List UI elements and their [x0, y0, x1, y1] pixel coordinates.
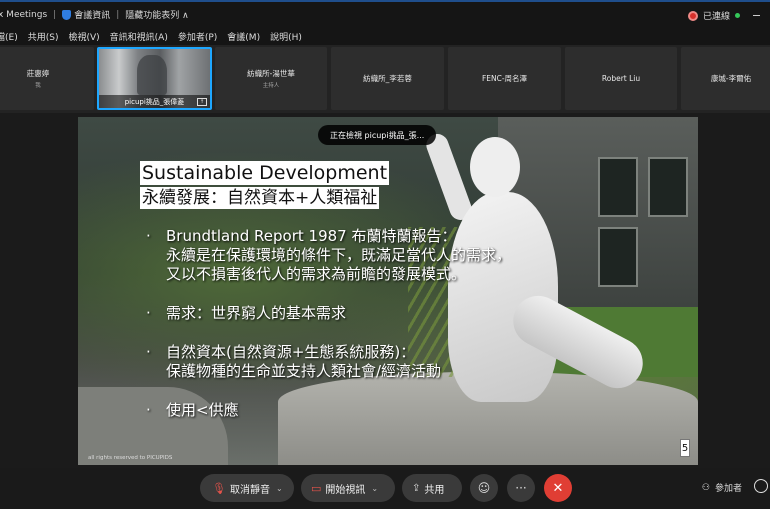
- meeting-controls: 🎙 取消靜音 ⌄ ▭ 開始視訊 ⌄ ⇪ 共用 ☺ ··· ✕ ⚇ 參加者: [0, 468, 770, 509]
- menu-audio-video[interactable]: 音訊和視訊(A): [110, 30, 168, 43]
- record-icon: [687, 10, 698, 21]
- app-title: x Meetings: [0, 9, 48, 20]
- menu-share[interactable]: 共用(S): [28, 30, 59, 43]
- participant-name: Robert Liu: [601, 74, 641, 83]
- bullet-line: 需求：世界窮人的基本需求: [166, 304, 347, 322]
- viewing-indicator[interactable]: 正在檢視 picupi挑品_張...: [318, 125, 437, 145]
- bullet-item: 需求：世界窮人的基本需求: [144, 304, 511, 323]
- viewing-label: 正在檢視 picupi挑品_張...: [330, 130, 425, 140]
- participant-name: FENC-周名澤: [481, 74, 528, 83]
- title-separator: |: [53, 9, 57, 20]
- menu-help[interactable]: 說明(H): [270, 30, 302, 43]
- window-shape: [598, 227, 638, 287]
- participant-tile[interactable]: 紡織所-湯世華 主持人: [215, 47, 327, 110]
- window-shape: [598, 157, 638, 217]
- bullet-item: 使用<供應: [144, 401, 511, 420]
- screen-share-icon: ↑: [197, 98, 207, 106]
- meeting-info-button[interactable]: 會議資訊: [62, 8, 110, 21]
- bullet-line: 保護物種的生命並支持人類社會/經濟活動: [166, 362, 442, 380]
- participant-role: 我: [35, 83, 41, 89]
- connection-status[interactable]: 已連線: [687, 9, 760, 22]
- menu-view[interactable]: 檢視(V): [68, 30, 99, 43]
- minimize-icon[interactable]: [753, 15, 760, 16]
- presentation-slide: Sustainable Development 永續發展：自然資本+人類福祉 B…: [78, 117, 698, 465]
- unmute-label: 取消靜音: [229, 484, 270, 496]
- connection-label: 已連線: [702, 12, 730, 22]
- title-bar: x Meetings | 會議資訊 | 隱藏功能表列 ∧ 已連線: [0, 0, 770, 27]
- participants-button[interactable]: ⚇ 參加者: [701, 481, 742, 495]
- participant-name: 紡織所-湯世華: [247, 69, 295, 78]
- people-icon: ⚇: [701, 482, 710, 493]
- participant-tile[interactable]: Robert Liu: [565, 47, 677, 110]
- menu-participants[interactable]: 參加者(P): [178, 30, 217, 43]
- slide-footer: all rights reserved to PICUPIDS: [88, 455, 173, 461]
- menu-bar: 檔(E) 共用(S) 檢視(V) 音訊和視訊(A) 參加者(P) 會議(M) 說…: [0, 27, 770, 45]
- video-off-icon: ▭: [311, 481, 322, 495]
- more-options-button[interactable]: ···: [507, 474, 535, 502]
- bullet-line: 又以不損害後代人的需求為前瞻的發展模式。: [166, 265, 467, 283]
- chat-icon[interactable]: [754, 479, 768, 493]
- start-video-button[interactable]: ▭ 開始視訊 ⌄: [301, 474, 395, 502]
- participant-tile[interactable]: FENC-周名澤: [448, 47, 561, 110]
- participant-tile[interactable]: 紡織所_李若蓉: [331, 47, 444, 110]
- share-label: 共用: [424, 484, 445, 496]
- chevron-down-icon[interactable]: ⌄: [371, 484, 378, 493]
- participant-role: 主持人: [262, 83, 280, 89]
- participant-name-bar: picupi挑品_張偉菱: [99, 95, 210, 108]
- participant-name: 康城-李爾佑: [710, 74, 752, 83]
- active-speaker-tile[interactable]: picupi挑品_張偉菱 ↑: [97, 47, 212, 110]
- close-icon: ✕: [552, 480, 564, 496]
- menu-file[interactable]: 檔(E): [0, 30, 18, 43]
- participant-tile[interactable]: 康城-李爾佑: [681, 47, 770, 110]
- participant-tile[interactable]: 莊惠婷 我: [0, 47, 94, 110]
- smiley-icon: ☺: [477, 481, 491, 495]
- mic-muted-icon: 🎙: [212, 481, 226, 495]
- meeting-info-label: 會議資訊: [74, 11, 111, 21]
- unmute-button[interactable]: 🎙 取消靜音 ⌄: [200, 474, 294, 502]
- slide-title: Sustainable Development: [140, 161, 390, 185]
- participant-name: 紡織所_李若蓉: [363, 74, 412, 83]
- participant-strip: 莊惠婷 我 picupi挑品_張偉菱 ↑ 紡織所-湯世華 主持人 紡織所_李若蓉…: [0, 45, 770, 113]
- leave-meeting-button[interactable]: ✕: [544, 474, 572, 502]
- share-icon: ⇪: [412, 482, 421, 494]
- more-icon: ···: [515, 481, 527, 495]
- bullet-line: Brundtland Report 1987 布蘭特蘭報告：: [166, 227, 457, 245]
- bullet-line: 自然資本(自然資源+生態系統服務)：: [166, 343, 416, 361]
- bullet-line: 使用<供應: [166, 401, 239, 419]
- menu-meeting[interactable]: 會議(M): [227, 30, 260, 43]
- reactions-button[interactable]: ☺: [470, 474, 498, 502]
- statue-head-photo: [470, 137, 520, 197]
- shared-screen-stage: Sustainable Development 永續發展：自然資本+人類福祉 B…: [0, 113, 770, 468]
- participant-name: picupi挑品_張偉菱: [124, 97, 185, 106]
- participant-name: 莊惠婷: [26, 69, 50, 78]
- share-button[interactable]: ⇪ 共用: [402, 474, 462, 502]
- connected-dot-icon: [735, 13, 740, 18]
- hide-menubar-button[interactable]: 隱藏功能表列 ∧: [125, 8, 188, 21]
- bullet-line: 永續是在保護環境的條件下，既滿足當代人的需求，: [166, 246, 512, 264]
- chevron-down-icon[interactable]: ⌄: [276, 484, 283, 493]
- slide-subtitle: 永續發展：自然資本+人類福祉: [140, 187, 380, 209]
- bullet-item: Brundtland Report 1987 布蘭特蘭報告： 永續是在保護環境的…: [144, 227, 511, 284]
- slide-bullets: Brundtland Report 1987 布蘭特蘭報告： 永續是在保護環境的…: [144, 227, 511, 420]
- slide-page-number: 5: [680, 439, 690, 457]
- start-video-label: 開始視訊: [325, 484, 366, 496]
- window-shape: [648, 157, 688, 217]
- shield-icon: [62, 9, 72, 20]
- bullet-item: 自然資本(自然資源+生態系統服務)： 保護物種的生命並支持人類社會/經濟活動: [144, 343, 511, 381]
- title-separator-2: |: [116, 9, 120, 20]
- participants-label: 參加者: [714, 484, 742, 494]
